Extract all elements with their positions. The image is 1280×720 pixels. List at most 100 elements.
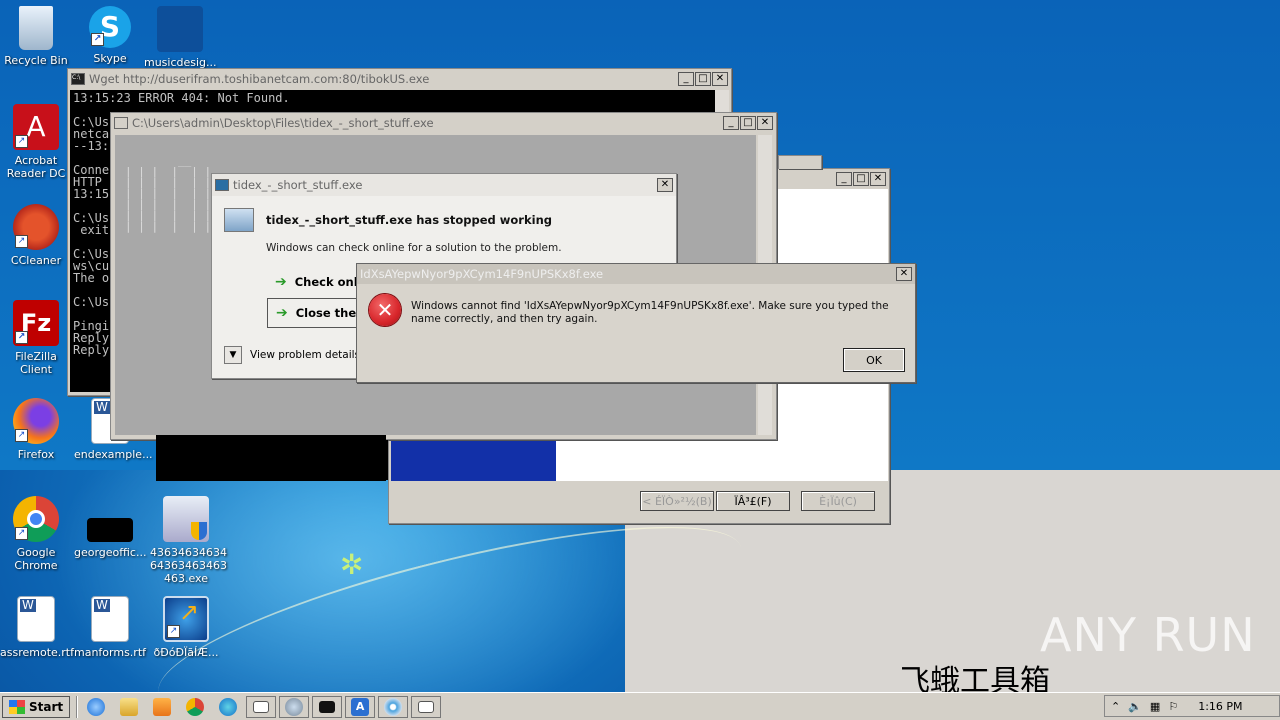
anyrun-watermark: ANY RUN <box>1040 608 1256 662</box>
desktop-icon-musicdesig[interactable]: musicdesig... <box>144 6 217 69</box>
desktop-icon-label: 43634634634 64363463463 463.exe <box>150 546 227 585</box>
window-icon <box>114 117 128 129</box>
program-window-icon <box>224 208 254 232</box>
maximize-button[interactable]: □ <box>740 116 756 130</box>
error-title: IdXsAYepwNyor9pXCym14F9nUPSKx8f.exe <box>360 267 604 281</box>
minimize-button[interactable]: _ <box>723 116 739 130</box>
desktop-icon-label: ðÐóÐÏãÍÆ... <box>153 646 219 659</box>
desktop-icon-label: endexample... <box>74 448 153 461</box>
acrobat-icon: A ↗ <box>13 104 59 150</box>
maximize-button[interactable]: □ <box>695 72 711 86</box>
start-button[interactable]: Start <box>2 695 71 718</box>
close-button[interactable]: ✕ <box>896 267 912 281</box>
desktop-icon-label: Acrobat Reader DC <box>6 154 66 180</box>
back-button[interactable]: < ÉÏÒ»²½(B) <box>640 491 714 511</box>
word-document-icon: W <box>17 596 55 642</box>
flag-icon[interactable]: ⚐ <box>1168 700 1178 713</box>
error-icon: ✕ <box>369 294 401 326</box>
close-button[interactable]: ✕ <box>757 116 773 130</box>
wget-titlebar[interactable]: C:\ Wget http://duserifram​.toshibanetca… <box>68 69 731 89</box>
taskbar-app-a-icon[interactable]: A <box>345 695 376 718</box>
app-icon <box>215 179 229 191</box>
taskbar-window-icon[interactable] <box>246 695 277 718</box>
close-button[interactable]: ✕ <box>712 72 728 86</box>
start-label: Start <box>29 699 64 714</box>
desktop-icon-firefox[interactable]: ↗ Firefox <box>0 398 72 461</box>
taskbar-chrome-icon[interactable] <box>180 696 210 718</box>
file-icon <box>87 518 133 542</box>
background-window-stub <box>778 155 822 169</box>
desktop-icon-label: Google Chrome <box>14 546 58 572</box>
maximize-button[interactable]: □ <box>853 172 869 186</box>
desktop-icon-recycle-bin[interactable]: Recycle Bin <box>0 6 72 67</box>
taskbar-window2-icon[interactable] <box>411 695 442 718</box>
desktop-icon-filezilla[interactable]: Fz ↗ FileZilla Client <box>0 300 72 376</box>
desktop-icon-chrome[interactable]: ↗ Google Chrome <box>0 496 72 572</box>
desktop-icon-installer[interactable]: ↗ ↗ ðÐóÐÏãÍÆ... <box>150 596 222 659</box>
system-tray: ⌃ 🔈 ▦ ⚐ 1:16 PM <box>1104 695 1280 717</box>
firefox-icon: ↗ <box>13 398 59 444</box>
crash-titlebar[interactable]: tidex_-_short_stuff.exe ✕ <box>212 174 676 196</box>
windows-logo-icon: ✲ <box>340 548 364 581</box>
chrome-icon: ↗ <box>13 496 59 542</box>
details-label: View problem details <box>250 349 361 361</box>
windows-flag-icon <box>9 699 25 714</box>
stuff-titlebar[interactable]: C:\Users\admin\Desktop\Files\tidex_-_sho… <box>111 113 776 133</box>
error-message: Windows cannot find 'IdXsAYepwNyor9pXCym… <box>411 300 889 325</box>
desktop-icon-label: georgeoffic... <box>74 546 147 559</box>
taskbar-console-icon[interactable] <box>312 695 343 718</box>
green-arrow-icon: ➔ <box>275 274 287 290</box>
desktop-icon-georgeoffic[interactable]: georgeoffic... <box>74 496 146 559</box>
taskbar-explorer-icon[interactable] <box>114 696 144 718</box>
taskbar-disc-icon[interactable] <box>378 695 409 718</box>
desktop-icon-label: Firefox <box>17 448 55 461</box>
taskbar-media-player-icon[interactable] <box>147 696 177 718</box>
crash-heading: tidex_-_short_stuff.exe has stopped work… <box>266 213 552 227</box>
error-dialog[interactable]: IdXsAYepwNyor9pXCym14F9nUPSKx8f.exe ✕ ✕ … <box>356 263 916 383</box>
taskbar: Start A ⌃ 🔈 ▦ ⚐ 1:16 PM <box>0 692 1280 720</box>
next-button[interactable]: ÏÂ³£(F) <box>716 491 790 511</box>
taskbar-edge-icon[interactable] <box>213 696 243 718</box>
stuff-title: C:\Users\admin\Desktop\Files\tidex_-_sho… <box>132 116 434 130</box>
console-black-area-lower <box>158 440 388 480</box>
desktop-icon-acrobat[interactable]: A ↗ Acrobat Reader DC <box>0 104 72 180</box>
view-details-toggle[interactable]: ▼ View problem details <box>224 346 360 364</box>
crash-title: tidex_-_short_stuff.exe <box>233 178 363 192</box>
desktop-icon-manforms[interactable]: W manforms.rtf <box>74 596 146 659</box>
installer-icon: ↗ ↗ <box>163 596 209 642</box>
desktop-icon-ccleaner[interactable]: ↗ CCleaner <box>0 204 72 267</box>
close-button[interactable]: ✕ <box>870 172 886 186</box>
chevron-down-icon: ▼ <box>224 346 242 364</box>
desktop-icon-exe[interactable]: 43634634634 64363463463 463.exe <box>150 496 227 585</box>
wget-title: Wget http://duserifram​.toshibanetcam.co… <box>89 72 430 86</box>
exe-shield-icon <box>163 496 209 542</box>
taskbar-divider <box>76 695 79 718</box>
minimize-button[interactable]: _ <box>836 172 852 186</box>
desktop-icon-label: Skype <box>93 52 127 65</box>
desktop-icon-skype[interactable]: S ↗ Skype <box>74 6 146 65</box>
skype-icon: S ↗ <box>89 6 131 48</box>
network-icon[interactable]: ▦ <box>1150 700 1160 713</box>
taskbar-installer-icon[interactable] <box>279 695 310 718</box>
close-button[interactable]: ✕ <box>657 178 673 192</box>
taskbar-ie-icon[interactable] <box>81 696 111 718</box>
word-document-icon: W <box>91 596 129 642</box>
desktop-icon-label: Recycle Bin <box>4 54 68 67</box>
clock[interactable]: 1:16 PM <box>1198 700 1242 713</box>
volume-icon[interactable]: 🔈 <box>1128 700 1142 713</box>
ccleaner-icon: ↗ <box>13 204 59 250</box>
tray-chevron-up-icon[interactable]: ⌃ <box>1111 700 1120 713</box>
desktop-icon-label: FileZilla Client <box>15 350 57 376</box>
minimize-button[interactable]: _ <box>678 72 694 86</box>
recycle-bin-icon <box>19 6 53 50</box>
desktop-icon-label: assremote.rtf <box>0 646 74 659</box>
desktop-icon-assremote[interactable]: W assremote.rtf <box>0 596 74 659</box>
green-arrow-icon: ➔ <box>276 305 288 321</box>
error-titlebar[interactable]: IdXsAYepwNyor9pXCym14F9nUPSKx8f.exe ✕ <box>357 264 915 284</box>
desktop-icon-label: CCleaner <box>10 254 62 267</box>
console-line: 13:15:23 ERROR 404: Not Found. <box>73 91 290 105</box>
console-icon: C:\ <box>71 73 85 85</box>
crash-subtext: Windows can check online for a solution … <box>266 242 562 254</box>
cancel-button[interactable]: È¡Ïû(C) <box>801 491 875 511</box>
ok-button[interactable]: OK <box>843 348 905 372</box>
